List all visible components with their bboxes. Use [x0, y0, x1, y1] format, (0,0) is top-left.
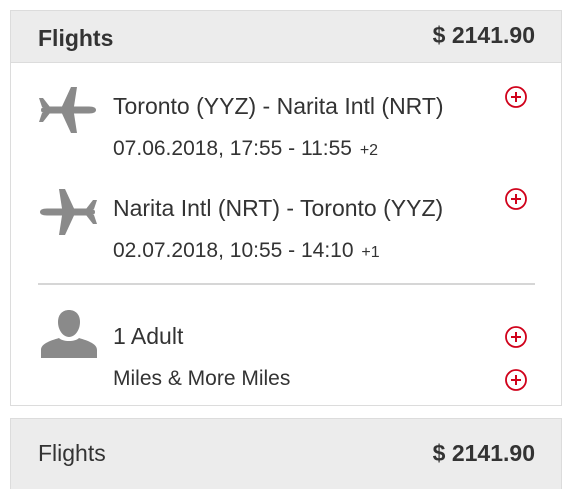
flight-times: 07.06.2018, 17:55 - 11:55 +2	[113, 137, 378, 161]
card-header: Flights $ 2141.90	[11, 11, 561, 63]
miles-label: Miles & More Miles	[113, 367, 291, 390]
day-offset: +1	[361, 244, 380, 261]
plane-departure-icon	[39, 87, 96, 133]
flight-route: Toronto (YYZ) - Narita Intl (NRT)	[113, 93, 444, 119]
flights-card: Flights $ 2141.90 Toronto (YYZ) - Narita…	[10, 10, 562, 406]
add-miles-button[interactable]	[504, 368, 528, 392]
flight-route: Narita Intl (NRT) - Toronto (YYZ)	[113, 195, 444, 221]
flight-times: 02.07.2018, 10:55 - 14:10 +1	[113, 239, 380, 263]
passenger-count: 1 Adult	[113, 323, 184, 349]
flight-times-text: 02.07.2018, 10:55 - 14:10	[113, 239, 354, 262]
card-total-price: $ 2141.90	[432, 22, 535, 48]
flight-times-text: 07.06.2018, 17:55 - 11:55	[113, 137, 352, 160]
price-summary: Flights $ 2141.90	[10, 418, 562, 489]
person-icon	[41, 310, 97, 358]
day-offset: +2	[359, 142, 379, 159]
summary-price: $ 2141.90	[432, 440, 535, 466]
add-passenger-details-button[interactable]	[504, 325, 528, 349]
section-divider	[38, 283, 535, 285]
summary-title: Flights	[38, 440, 106, 466]
plane-return-icon	[40, 189, 97, 235]
card-title: Flights	[38, 25, 114, 51]
add-details-button[interactable]	[504, 187, 528, 211]
add-details-button[interactable]	[504, 85, 528, 109]
